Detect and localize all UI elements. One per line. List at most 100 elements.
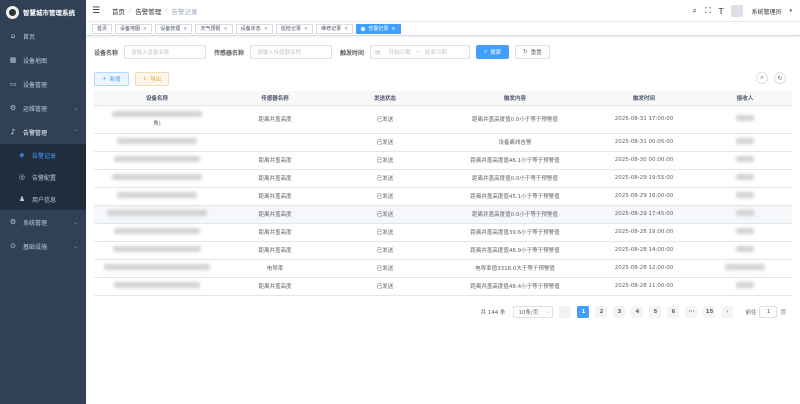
jump-page-input[interactable]: 1 <box>759 306 778 318</box>
close-icon[interactable]: × <box>344 26 348 32</box>
close-icon[interactable]: × <box>183 26 187 32</box>
page-button[interactable]: 6 <box>667 306 680 318</box>
table-row[interactable]: 距离井盖高度 已发送 距离井盖高度值0.0小于等于预警值 2025-08-29 … <box>94 169 792 188</box>
page-button[interactable]: 1 <box>577 306 590 318</box>
fullscreen-icon[interactable]: ⛶ <box>705 6 711 16</box>
table-row[interactable]: 距离井盖高度 已发送 距离井盖高度值0.0小于等于预警值 2025-08-29 … <box>94 205 792 224</box>
receiver-cell <box>698 151 792 170</box>
sidebar-item-label: 系统管理 <box>23 219 48 227</box>
table-row[interactable]: 距离井盖高度 已发送 距离井盖高度值48.9小于等于预警值 2025-08-28… <box>94 241 792 260</box>
sidebar-item-alarm-management[interactable]: ♪ 告警管理 ⌃ <box>0 120 86 144</box>
table-row[interactable]: 已发送 设备离线告警 2025-08-31 00:05:00 <box>94 133 792 152</box>
hamburger-icon[interactable]: ☰ <box>92 6 106 16</box>
user-icon: ♟ <box>18 195 26 203</box>
font-size-icon[interactable]: T <box>719 7 724 16</box>
date-range-picker[interactable]: ▤ 开始日期 - 结束日期 <box>370 45 471 59</box>
chevron-down-icon: ⌄ <box>72 218 78 226</box>
table-row[interactable]: 电导率 已发送 电导率值3318.0大于等于预警值 2025-08-28 12:… <box>94 259 792 278</box>
sidebar-item-maintenance[interactable]: ⚙ 运维管理 ⌄ <box>0 96 86 120</box>
page-button[interactable]: 5 <box>649 306 662 318</box>
tag-repair[interactable]: 维修记录 × <box>316 23 354 34</box>
tag-inspection[interactable]: 巡检记录 × <box>275 23 314 34</box>
download-icon: ↓ <box>142 76 148 82</box>
refresh-icon: ↻ <box>523 49 528 55</box>
breadcrumb-home[interactable]: 首页 <box>112 6 125 16</box>
content-cell: 距离井盖高度值0.0小于等于预警值 <box>440 105 590 134</box>
export-button[interactable]: ↓ 导出 <box>134 72 170 86</box>
tag-home[interactable]: 首页 <box>92 23 113 34</box>
page-button[interactable]: 4 <box>631 306 644 318</box>
sidebar-item-alarm-config[interactable]: ◎ 告警配置 <box>0 166 86 188</box>
table-row[interactable]: 距离井盖高度 已发送 距离井盖高度值39.6小于等于预警值 2025-08-28… <box>94 223 792 242</box>
time-cell: 2025-08-28 19:00:00 <box>590 223 698 242</box>
device-name-cell <box>94 151 220 170</box>
sidebar-menu: ⌂ 首页 ▦ 设备地图 ▭ 设备管理 ⚙ 运维管理 ⌄ ♪ 告警管理 ⌃ ◈ 告… <box>0 24 86 258</box>
sidebar-item-infrastructure[interactable]: ⊙ 基础设施 ⌄ <box>0 234 86 258</box>
receiver-cell <box>698 259 792 278</box>
content-cell: 距离井盖高度值46.1小于等于预警值 <box>440 151 590 170</box>
sidebar-item-alarm-records[interactable]: ◈ 告警记录 <box>0 144 86 166</box>
brand: 智慧城市管理系统 <box>0 0 86 24</box>
tag-device-status[interactable]: 设备状态 × <box>235 23 273 34</box>
content-cell: 距离井盖高度值0.0小于等于预警值 <box>440 169 590 188</box>
page-button[interactable]: 3 <box>613 306 626 318</box>
avatar[interactable] <box>731 5 744 17</box>
page-size-select[interactable]: 10条/页 ⌄ <box>513 306 554 318</box>
jump-label: 前往 <box>745 310 757 316</box>
column-header: 发送状态 <box>330 91 440 106</box>
tag-device-map[interactable]: 设备地图 × <box>115 23 153 34</box>
sensor-cell: 距离井盖高度 <box>220 151 330 170</box>
add-button-label: 新增 <box>109 77 121 83</box>
search-toggle-icon[interactable]: ⌕ <box>756 72 768 84</box>
tag-label: 设备地图 <box>120 26 141 32</box>
tag-weather[interactable]: 天气预报 × <box>195 23 233 34</box>
table-row[interactable]: 距离井盖高度 已发送 距离井盖高度值46.1小于等于预警值 2025-08-30… <box>94 151 792 170</box>
close-icon[interactable]: × <box>143 26 147 32</box>
sidebar-item-label: 设备管理 <box>23 81 48 89</box>
tag-device-management[interactable]: 设备管理 × <box>155 23 193 34</box>
refresh-icon[interactable]: ↻ <box>774 72 786 84</box>
page-button[interactable]: 15 <box>703 306 716 318</box>
sidebar-item-device-management[interactable]: ▭ 设备管理 <box>0 72 86 96</box>
close-icon[interactable]: × <box>223 26 227 32</box>
time-cell: 2025-08-28 12:00:00 <box>590 259 698 278</box>
device-name-cell <box>94 133 220 152</box>
device-name-cell <box>94 169 220 188</box>
sidebar-item-system-management[interactable]: ⚙ 系统管理 ⌄ <box>0 210 86 234</box>
reset-button[interactable]: ↻ 重置 <box>515 45 550 59</box>
tag-alarm-records[interactable]: 告警记录 × <box>356 23 401 34</box>
sidebar-item-home[interactable]: ⌂ 首页 <box>0 24 86 48</box>
device-name-cell: 角) <box>94 105 220 134</box>
caret-down-icon[interactable]: ▾ <box>789 8 792 14</box>
close-icon[interactable]: × <box>391 26 395 32</box>
search-form: 设备名称 请输入设备名称 传感器名称 请输入传感器名称 触发时间 ▤ 开始日期 … <box>94 44 792 60</box>
table-row[interactable]: 距离井盖高度 已发送 距离井盖高度值45.1小于等于预警值 2025-08-29… <box>94 187 792 206</box>
table-row[interactable]: 角) 距离井盖高度 已发送 距离井盖高度值0.0小于等于预警值 2025-08-… <box>94 105 792 134</box>
next-page-button[interactable]: › <box>721 306 734 318</box>
page-button[interactable]: 2 <box>595 306 608 318</box>
receiver-cell <box>698 169 792 188</box>
breadcrumb-alarm-management[interactable]: 告警管理 <box>135 6 161 16</box>
alarm-records-table: 设备名称 传感器名称 发送状态 触发内容 触发时间 接收人 角) 距离井盖高度 … <box>94 91 792 296</box>
table-row[interactable]: 距离井盖高度 已发送 距离井盖高度值48.4小于等于预警值 2025-08-28… <box>94 277 792 296</box>
column-header: 传感器名称 <box>220 91 330 106</box>
jump-suffix: 页 <box>780 310 786 316</box>
sidebar-item-user-info[interactable]: ♟ 用户信息 <box>0 188 86 210</box>
column-header: 设备名称 <box>94 91 220 106</box>
breadcrumb-separator: / <box>165 5 168 14</box>
sidebar-item-device-map[interactable]: ▦ 设备地图 <box>0 48 86 72</box>
prev-page-button[interactable]: ‹ <box>559 306 572 318</box>
add-button[interactable]: + 新增 <box>94 72 129 86</box>
user-name[interactable]: 系统管理员 <box>751 7 781 16</box>
receiver-cell <box>698 105 792 134</box>
sensor-name-input[interactable]: 请输入传感器名称 <box>250 45 333 59</box>
receiver-cell <box>698 277 792 296</box>
search-button[interactable]: ⌕ 搜索 <box>476 45 510 59</box>
close-icon[interactable]: × <box>264 26 268 32</box>
device-name-input[interactable]: 请输入设备名称 <box>124 45 207 59</box>
tag-label: 天气预报 <box>200 26 221 32</box>
search-icon[interactable]: ⌕ <box>692 6 696 16</box>
prev-icon: ‹ <box>564 309 567 315</box>
close-icon[interactable]: × <box>304 26 308 32</box>
more-pages-button[interactable]: ··· <box>685 306 698 318</box>
